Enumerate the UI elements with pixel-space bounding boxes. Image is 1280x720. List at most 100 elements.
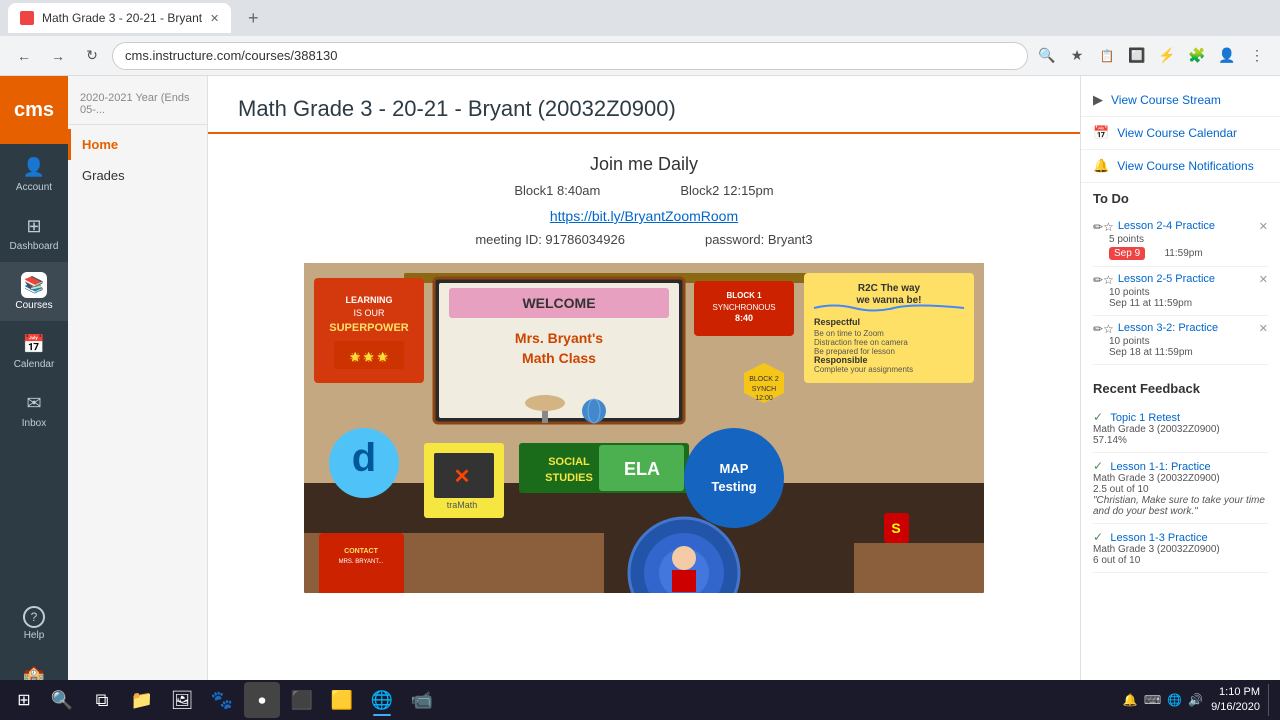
svg-text:BLOCK 2: BLOCK 2 — [749, 376, 779, 383]
todo-date: Sep 11 at 11:59pm — [1109, 298, 1268, 309]
zoom-button[interactable]: 📹 — [404, 682, 440, 718]
start-button[interactable]: ⊞ — [8, 684, 40, 716]
cms-logo[interactable]: cms — [0, 76, 68, 144]
feedback-course: Math Grade 3 (20032Z0900) — [1093, 544, 1268, 555]
new-tab-button[interactable]: + — [239, 4, 267, 32]
svg-text:R2C The way: R2C The way — [858, 283, 921, 294]
forward-button[interactable]: → — [44, 42, 72, 70]
todo-points: 10 points — [1109, 287, 1268, 298]
app-container: cms 👤 Account ⊞ Dashboard 📚 Courses 📅 Ca… — [0, 76, 1280, 720]
stream-icon: ▶ — [1093, 92, 1103, 108]
help-label: Help — [24, 630, 45, 641]
taskbar-show-desktop[interactable] — [1268, 684, 1272, 716]
svg-text:SYNCHRONOUS: SYNCHRONOUS — [712, 303, 775, 312]
taskbar-app-1[interactable]: 🖼 — [164, 682, 200, 718]
search-button[interactable]: 🔍 — [44, 682, 80, 718]
taskbar-clock[interactable]: 1:10 PM 9/16/2020 — [1211, 685, 1260, 716]
calendar-icon: 📅 — [21, 331, 47, 357]
svg-text:Math Class: Math Class — [522, 350, 596, 366]
sidebar-item-inbox[interactable]: ✉ Inbox — [0, 380, 68, 439]
taskbar-network-icon[interactable]: 🌐 — [1167, 693, 1182, 707]
taskbar-app-5[interactable]: 🟨 — [324, 682, 360, 718]
sidebar-item-calendar[interactable]: 📅 Calendar — [0, 321, 68, 380]
todo-item-name[interactable]: Lesson 3-2: Practice — [1118, 322, 1255, 334]
bookmark-icon[interactable]: ★ — [1064, 43, 1090, 69]
course-nav-home[interactable]: Home — [68, 129, 207, 160]
task-view-button[interactable]: ⧉ — [84, 682, 120, 718]
feedback-item-name[interactable]: Lesson 1-3 Practice — [1110, 532, 1207, 544]
courses-icon: 📚 — [21, 272, 47, 298]
taskbar-app-2[interactable]: 🐾 — [204, 682, 240, 718]
taskbar-right: 🔔 ⌨ 🌐 🔊 1:10 PM 9/16/2020 — [1123, 684, 1272, 716]
todo-section: To Do ✏☆ Lesson 2-4 Practice ✕ 5 points … — [1081, 183, 1280, 373]
todo-close-button[interactable]: ✕ — [1259, 273, 1268, 286]
feedback-score: 6 out of 10 — [1093, 555, 1268, 566]
taskbar-app-4[interactable]: ⬛ — [284, 682, 320, 718]
view-course-calendar-link[interactable]: 📅 View Course Calendar — [1081, 117, 1280, 150]
feedback-course: Math Grade 3 (20032Z0900) — [1093, 473, 1268, 484]
sidebar-item-help[interactable]: ? Help — [0, 596, 68, 651]
stream-link-label: View Course Stream — [1111, 93, 1221, 107]
todo-item-name[interactable]: Lesson 2-4 Practice — [1118, 220, 1255, 232]
page-title: Math Grade 3 - 20-21 - Bryant (20032Z090… — [238, 96, 1050, 122]
sidebar-item-account[interactable]: 👤 Account — [0, 144, 68, 203]
svg-text:🌟 🌟 🌟: 🌟 🌟 🌟 — [350, 351, 389, 363]
block1-time: Block1 8:40am — [514, 183, 600, 198]
todo-title: To Do — [1093, 191, 1268, 206]
refresh-button[interactable]: ↻ — [78, 42, 106, 70]
svg-text:SUPERPOWER: SUPERPOWER — [329, 322, 409, 334]
sidebar-item-dashboard[interactable]: ⊞ Dashboard — [0, 203, 68, 262]
settings-icon[interactable]: ⋮ — [1244, 43, 1270, 69]
inbox-icon: ✉ — [21, 390, 47, 416]
calendar-link-icon: 📅 — [1093, 125, 1109, 141]
course-header: Math Grade 3 - 20-21 - Bryant (20032Z090… — [208, 76, 1080, 134]
feedback-item-name[interactable]: Topic 1 Retest — [1110, 412, 1180, 424]
browser-tab[interactable]: Math Grade 3 - 20-21 - Bryant (2... ✕ — [8, 3, 231, 33]
todo-item-name[interactable]: Lesson 2-5 Practice — [1118, 273, 1255, 285]
svg-text:ELA: ELA — [624, 459, 660, 479]
svg-text:Testing: Testing — [711, 479, 756, 494]
address-bar[interactable] — [112, 42, 1028, 70]
profile-icon[interactable]: 👤 — [1214, 43, 1240, 69]
course-sidebar: 2020-2021 Year (Ends 05-... Home Grades — [68, 76, 208, 720]
extension-icon1[interactable]: 📋 — [1094, 43, 1120, 69]
calendar-label: Calendar — [14, 359, 55, 370]
main-content: Math Grade 3 - 20-21 - Bryant (20032Z090… — [208, 76, 1080, 720]
view-course-stream-link[interactable]: ▶ View Course Stream — [1081, 84, 1280, 117]
feedback-item-name[interactable]: Lesson 1-1: Practice — [1110, 461, 1210, 473]
extension-icon3[interactable]: ⚡ — [1154, 43, 1180, 69]
taskbar-notification-icon[interactable]: 🔔 — [1123, 693, 1138, 707]
view-course-notifications-link[interactable]: 🔔 View Course Notifications — [1081, 150, 1280, 183]
chrome-button[interactable]: 🌐 — [364, 682, 400, 718]
sidebar-item-courses[interactable]: 📚 Courses — [0, 262, 68, 321]
taskbar-volume-icon[interactable]: 🔊 — [1188, 693, 1203, 707]
extension-icon2[interactable]: 🔲 — [1124, 43, 1150, 69]
todo-check-icon: ✏☆ — [1093, 322, 1114, 336]
zoom-link[interactable]: https://bit.ly/BryantZoomRoom — [238, 208, 1050, 224]
course-image: LEARNING IS OUR SUPERPOWER 🌟 🌟 🌟 WELCOME — [304, 263, 984, 593]
inbox-label: Inbox — [22, 418, 46, 429]
search-toolbar-icon[interactable]: 🔍 — [1034, 43, 1060, 69]
todo-close-button[interactable]: ✕ — [1259, 322, 1268, 335]
svg-text:STUDIES: STUDIES — [545, 472, 593, 484]
meeting-id: meeting ID: 91786034926 — [475, 232, 625, 247]
taskbar-app-3[interactable]: ⏺ — [244, 682, 280, 718]
todo-item: ✏☆ Lesson 3-2: Practice ✕ 10 points Sep … — [1093, 316, 1268, 365]
taskbar-keyboard-icon[interactable]: ⌨ — [1144, 693, 1161, 707]
svg-text:✕: ✕ — [454, 466, 471, 488]
svg-text:Mrs. Bryant's: Mrs. Bryant's — [515, 330, 603, 346]
feedback-check-icon: ✓ — [1093, 530, 1103, 544]
todo-close-button[interactable]: ✕ — [1259, 220, 1268, 233]
course-nav-grades[interactable]: Grades — [68, 160, 207, 191]
account-label: Account — [16, 182, 52, 193]
feedback-course: Math Grade 3 (20032Z0900) — [1093, 424, 1268, 435]
back-button[interactable]: ← — [10, 42, 38, 70]
tab-close-button[interactable]: ✕ — [210, 12, 219, 25]
courses-label: Courses — [15, 300, 52, 311]
feedback-score: 2.5 out of 10 — [1093, 484, 1268, 495]
browser-toolbar: ← → ↻ 🔍 ★ 📋 🔲 ⚡ 🧩 👤 ⋮ — [0, 36, 1280, 76]
extension-icon4[interactable]: 🧩 — [1184, 43, 1210, 69]
file-explorer-button[interactable]: 📁 — [124, 682, 160, 718]
global-nav: cms 👤 Account ⊞ Dashboard 📚 Courses 📅 Ca… — [0, 76, 68, 720]
calendar-link-label: View Course Calendar — [1117, 126, 1237, 140]
